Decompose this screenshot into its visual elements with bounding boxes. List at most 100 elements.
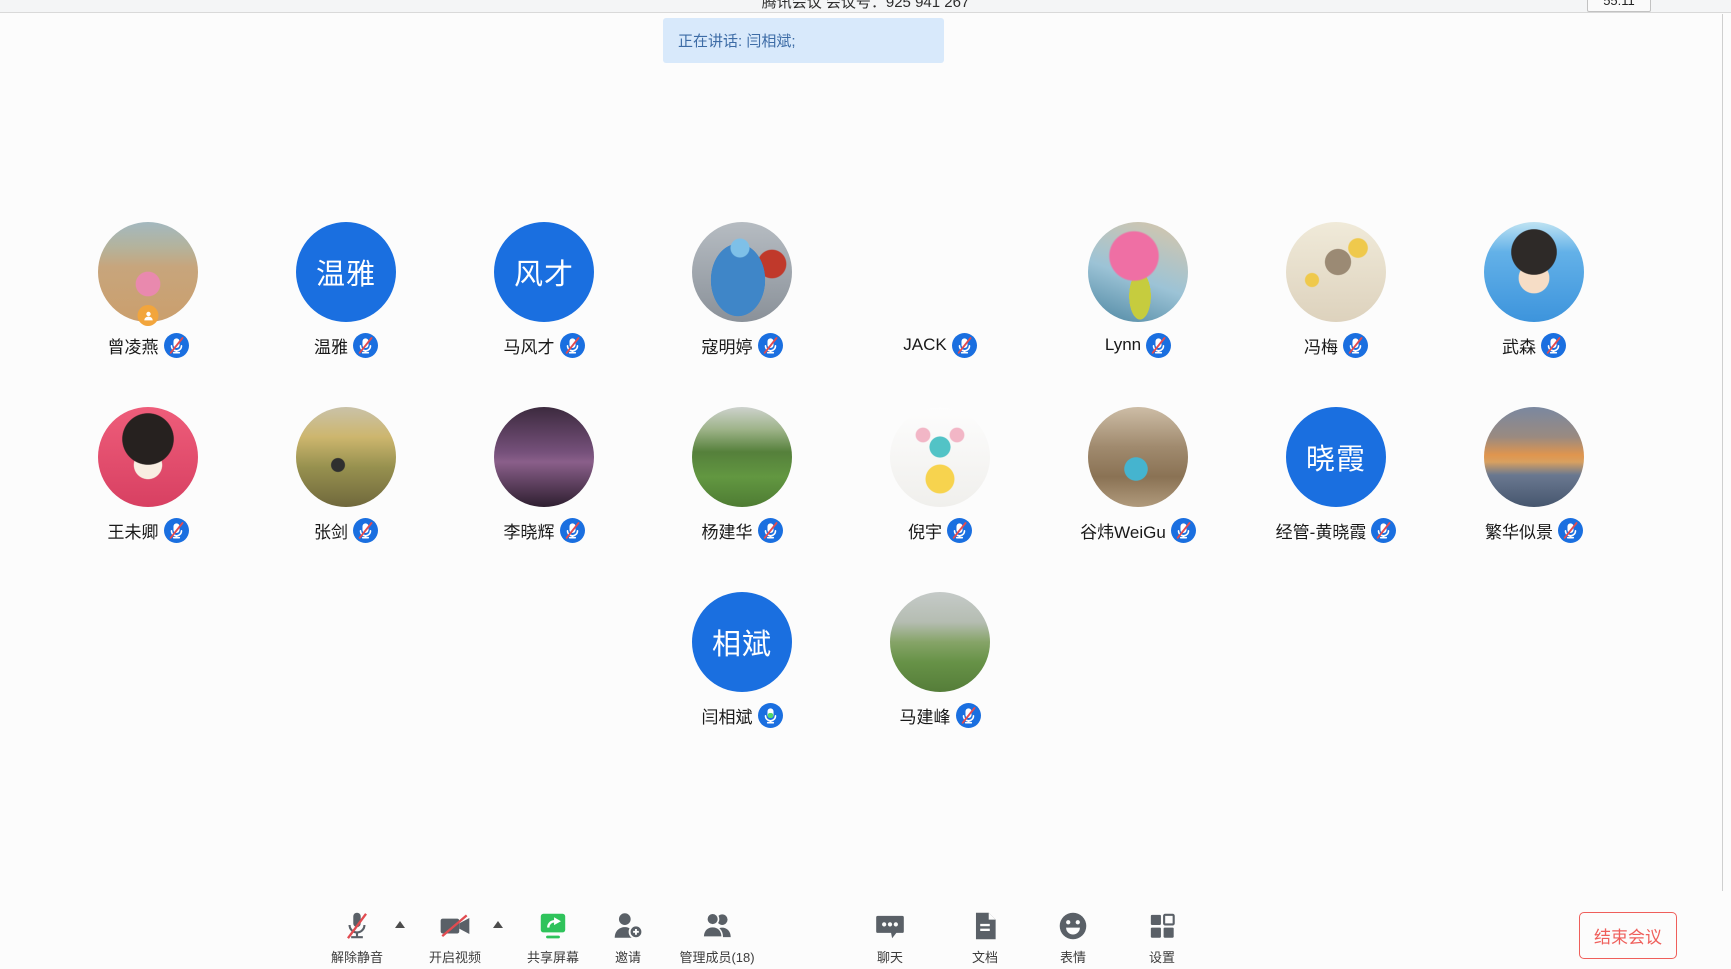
- mic-status-icon: [1371, 518, 1396, 543]
- avatar: [1286, 222, 1386, 322]
- mic-status-icon: [1171, 518, 1196, 543]
- window-title: 腾讯会议 会议号：925 941 267: [0, 0, 1731, 12]
- chat-button[interactable]: 聊天: [873, 909, 907, 966]
- participant-name: 武森: [1502, 333, 1536, 358]
- participant-tile[interactable]: 马建峰: [890, 592, 990, 728]
- participant-name: 曾凌燕: [108, 333, 159, 358]
- mic-status-icon: [1146, 333, 1171, 358]
- participant-name: JACK: [903, 335, 946, 355]
- participant-tile[interactable]: 王未卿: [98, 407, 198, 543]
- mic-status-icon: [952, 333, 977, 358]
- invite-button[interactable]: 邀请: [611, 909, 645, 966]
- participant-tile[interactable]: 冯梅: [1286, 222, 1386, 358]
- settings-button[interactable]: 设置: [1145, 909, 1179, 966]
- avatar: [494, 407, 594, 507]
- mic-status-icon: [353, 518, 378, 543]
- participant-tile[interactable]: 相斌 闫相斌: [692, 592, 792, 728]
- participant-tile[interactable]: 谷炜WeiGu: [1080, 407, 1196, 543]
- avatar: [890, 407, 990, 507]
- mic-status-icon: [956, 703, 981, 728]
- mic-status-icon: [164, 333, 189, 358]
- mic-status-icon: [353, 333, 378, 358]
- participant-tile[interactable]: 曾凌燕: [98, 222, 198, 358]
- mic-status-icon: [560, 518, 585, 543]
- participant-name: 倪宇: [908, 518, 942, 543]
- avatar: [692, 222, 792, 322]
- mic-muted-icon: [340, 909, 374, 943]
- participant-tile[interactable]: JACK: [890, 222, 990, 358]
- invite-label: 邀请: [615, 947, 641, 966]
- participant-tile[interactable]: 繁华似景: [1484, 407, 1584, 543]
- window-right-border: [1722, 14, 1723, 969]
- participant-name: 寇明婷: [702, 333, 753, 358]
- participant-tile[interactable]: 晓霞 经管-黄晓霞: [1276, 407, 1397, 543]
- participant-grid: 曾凌燕 温雅 温雅 风才 马风才 寇明婷 JACK Lynn 冯梅: [49, 222, 1633, 728]
- participant-tile[interactable]: 武森: [1484, 222, 1584, 358]
- meeting-window: 腾讯会议 会议号：925 941 267 55:11 正在讲话: 闫相斌; 曾凌…: [0, 0, 1731, 969]
- end-meeting-button[interactable]: 结束会议: [1579, 912, 1677, 959]
- avatar: 风才: [494, 222, 594, 322]
- avatar: 晓霞: [1286, 407, 1386, 507]
- share-screen-label: 共享屏幕: [527, 947, 579, 966]
- avatar: [98, 222, 198, 322]
- avatar: [1484, 222, 1584, 322]
- mic-status-icon: [1541, 333, 1566, 358]
- participant-tile[interactable]: 寇明婷: [692, 222, 792, 358]
- speaking-banner: 正在讲话: 闫相斌;: [663, 18, 944, 63]
- invite-icon: [611, 909, 645, 943]
- participant-name: 经管-黄晓霞: [1276, 518, 1367, 543]
- emoji-label: 表情: [1060, 947, 1086, 966]
- avatar: [98, 407, 198, 507]
- participant-tile[interactable]: 杨建华: [692, 407, 792, 543]
- emoji-icon: [1056, 909, 1090, 943]
- avatar: [692, 407, 792, 507]
- avatar: 相斌: [692, 592, 792, 692]
- mic-status-icon: [560, 333, 585, 358]
- participant-name: 温雅: [314, 333, 348, 358]
- mic-status-icon: [758, 333, 783, 358]
- avatar-initials: 风才: [514, 251, 574, 293]
- docs-button[interactable]: 文档: [968, 909, 1002, 966]
- start-video-button[interactable]: 开启视频: [429, 909, 481, 966]
- host-badge-icon: [138, 305, 159, 326]
- emoji-button[interactable]: 表情: [1056, 909, 1090, 966]
- participant-tile[interactable]: 张剑: [296, 407, 396, 543]
- unmute-button[interactable]: 解除静音: [331, 909, 383, 966]
- mic-status-icon: [947, 518, 972, 543]
- participant-name: 谷炜WeiGu: [1080, 518, 1166, 543]
- participant-name: 繁华似景: [1485, 518, 1553, 543]
- avatar-initials: 温雅: [316, 251, 376, 293]
- mic-options-caret-icon[interactable]: [395, 921, 405, 928]
- participant-name: 冯梅: [1304, 333, 1338, 358]
- participant-tile[interactable]: Lynn: [1088, 222, 1188, 358]
- chat-label: 聊天: [877, 947, 903, 966]
- share-screen-button[interactable]: 共享屏幕: [527, 909, 579, 966]
- participant-name: 王未卿: [108, 518, 159, 543]
- participant-tile[interactable]: 风才 马风才: [494, 222, 594, 358]
- mic-status-icon: [758, 518, 783, 543]
- video-options-caret-icon[interactable]: [493, 921, 503, 928]
- participant-name: 马风才: [504, 333, 555, 358]
- participant-name: 马建峰: [900, 703, 951, 728]
- participant-tile[interactable]: 倪宇: [890, 407, 990, 543]
- speaking-banner-text: 正在讲话: 闫相斌;: [678, 30, 796, 51]
- participant-name: 李晓辉: [504, 518, 555, 543]
- members-icon: [700, 909, 734, 943]
- layout-grid-icon: [1145, 909, 1179, 943]
- manage-members-label: 管理成员(18): [679, 947, 754, 966]
- mic-status-icon: [1343, 333, 1368, 358]
- participant-tile[interactable]: 李晓辉: [494, 407, 594, 543]
- avatar: [1088, 222, 1188, 322]
- avatar: [890, 592, 990, 692]
- participant-tile[interactable]: 温雅 温雅: [296, 222, 396, 358]
- avatar-initials: 晓霞: [1306, 436, 1366, 478]
- avatar-initials: 相斌: [712, 621, 772, 663]
- meeting-timer: 55:11: [1587, 0, 1651, 12]
- start-video-label: 开启视频: [429, 947, 481, 966]
- participant-name: Lynn: [1105, 335, 1141, 355]
- window-title-bar: 腾讯会议 会议号：925 941 267 55:11: [0, 0, 1731, 13]
- manage-members-button[interactable]: 管理成员(18): [679, 909, 754, 966]
- camera-off-icon: [438, 909, 472, 943]
- bottom-toolbar: 解除静音 开启视频 共享屏幕 邀请 管理成员(18) 聊天 文档: [0, 891, 1731, 969]
- avatar: [890, 222, 990, 322]
